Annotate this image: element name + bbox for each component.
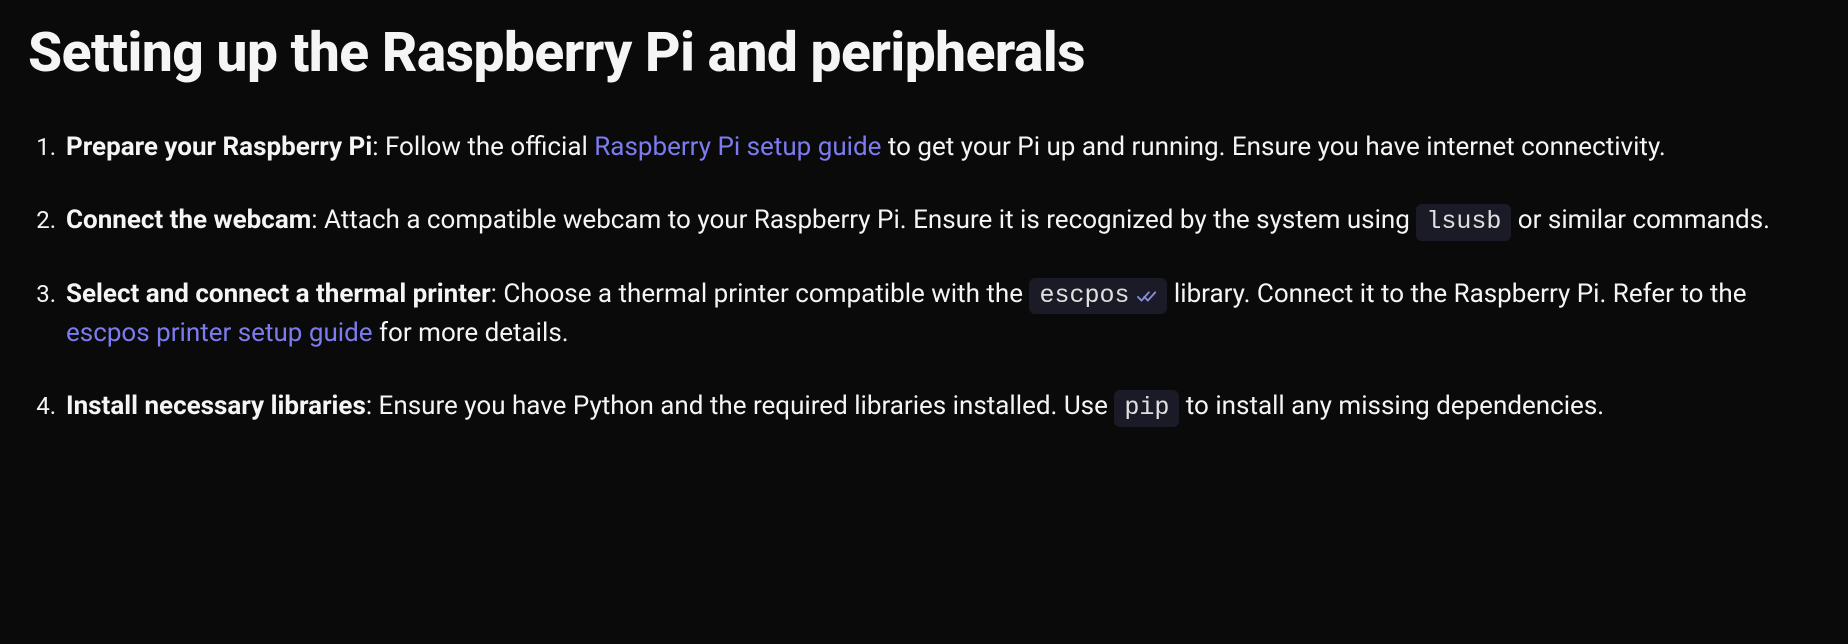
step-title: Connect the webcam (66, 205, 311, 235)
step-title: Select and connect a thermal printer (66, 279, 491, 309)
page-heading: Setting up the Raspberry Pi and peripher… (28, 20, 1820, 86)
step-text: : Follow the official (372, 132, 594, 162)
double-check-icon (1137, 289, 1157, 303)
inline-code: escpos (1029, 278, 1167, 315)
step-title: Prepare your Raspberry Pi (66, 132, 372, 162)
step-title: Install necessary libraries (66, 391, 366, 421)
step-text: to get your Pi up and running. Ensure yo… (881, 132, 1665, 162)
list-item: Install necessary libraries: Ensure you … (62, 387, 1820, 427)
list-item: Connect the webcam: Attach a compatible … (62, 201, 1820, 241)
inline-code: lsusb (1416, 204, 1511, 241)
step-text: : Attach a compatible webcam to your Ras… (311, 205, 1416, 235)
step-text: for more details. (373, 318, 569, 348)
step-text: : Choose a thermal printer compatible wi… (491, 279, 1030, 309)
code-text: escpos (1039, 280, 1129, 313)
steps-list: Prepare your Raspberry Pi: Follow the of… (28, 128, 1820, 427)
step-text: or similar commands. (1511, 205, 1770, 235)
inline-code: pip (1114, 390, 1179, 427)
escpos-guide-link[interactable]: escpos printer setup guide (66, 318, 373, 348)
list-item: Select and connect a thermal printer: Ch… (62, 275, 1820, 354)
step-text: to install any missing dependencies. (1179, 391, 1604, 421)
step-text: : Ensure you have Python and the require… (366, 391, 1115, 421)
step-text: library. Connect it to the Raspberry Pi.… (1167, 279, 1746, 309)
list-item: Prepare your Raspberry Pi: Follow the of… (62, 128, 1820, 167)
raspberry-pi-guide-link[interactable]: Raspberry Pi setup guide (594, 132, 881, 162)
